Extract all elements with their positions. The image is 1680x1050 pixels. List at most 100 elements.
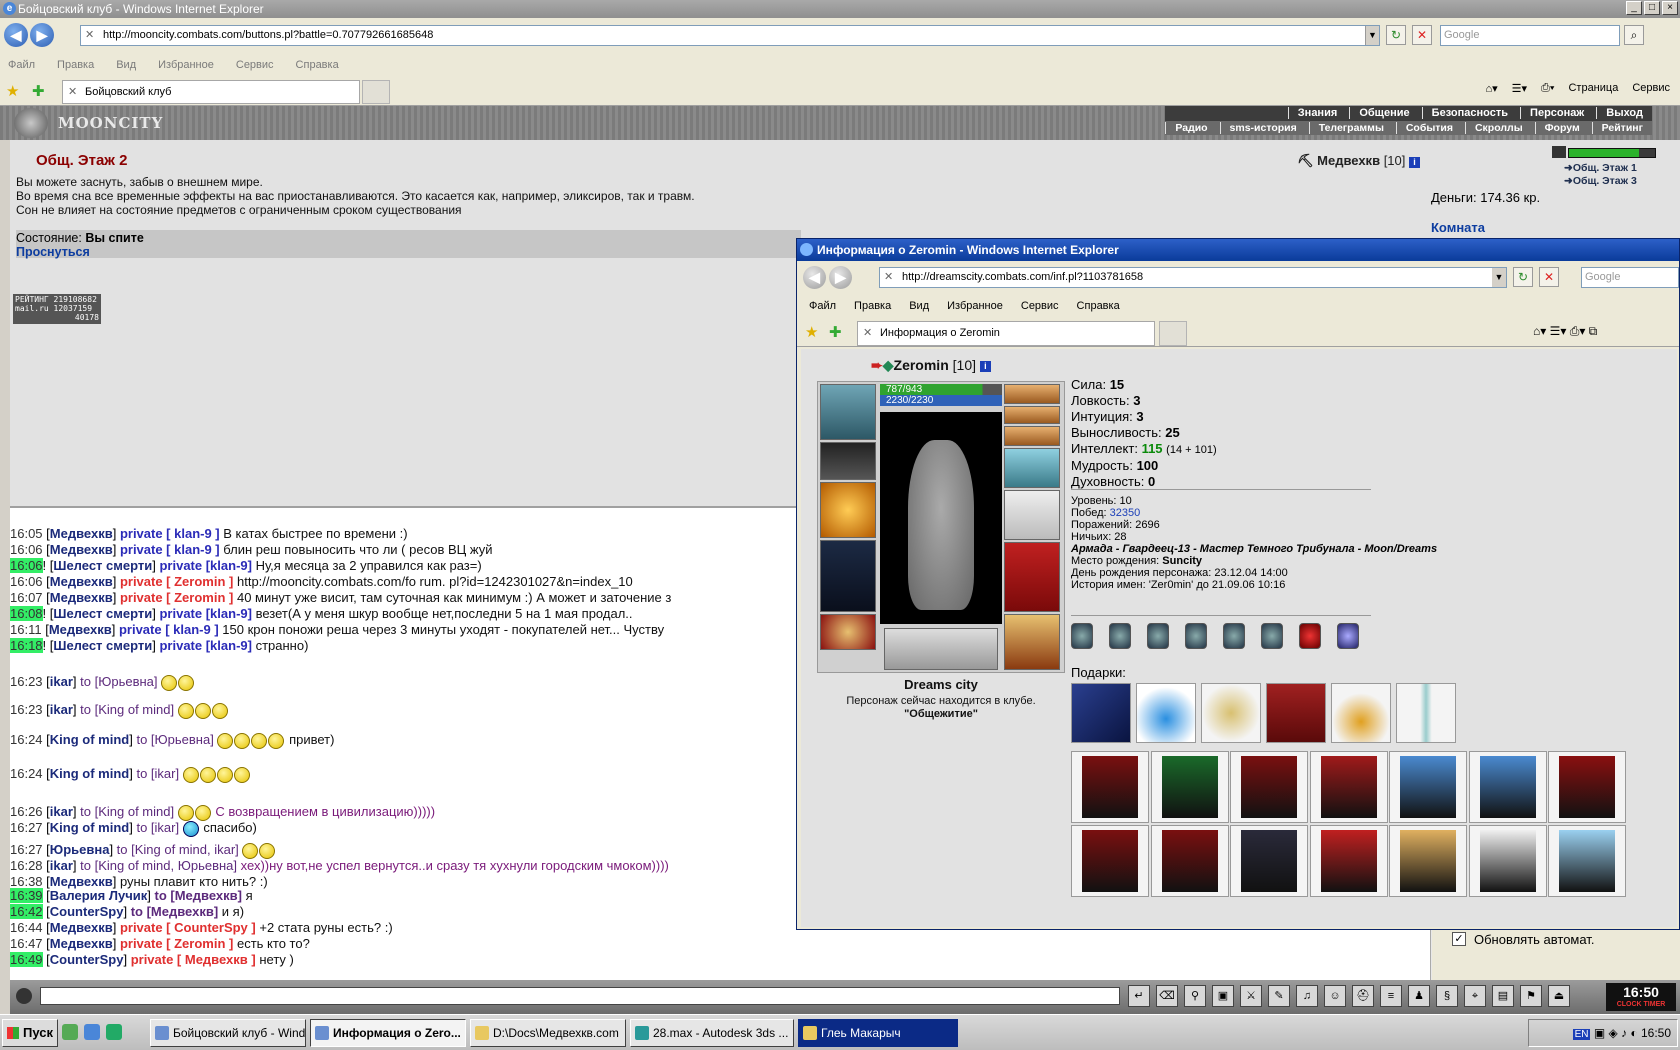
chat-private-target[interactable]: private [klan-9] [159, 558, 251, 573]
chevron-down-icon[interactable]: ▼ [1492, 268, 1506, 287]
chat-nick[interactable]: Валерия Лучик [50, 888, 147, 903]
chat-private-target[interactable]: private [ klan-9 ] [120, 526, 220, 541]
chat-nick[interactable]: Шелест смерти [53, 638, 152, 653]
chat-recipient[interactable]: to [King of mind] [80, 702, 174, 717]
nav-radio[interactable]: Радио [1165, 122, 1217, 134]
chat-private-target[interactable]: private [klan-9] [159, 606, 251, 621]
popup-search-input[interactable]: Google [1581, 267, 1679, 288]
gift-card[interactable] [1071, 751, 1149, 823]
chat-nick[interactable]: Медвехкв [50, 574, 113, 589]
weapon-slot[interactable] [820, 482, 876, 538]
gift-card[interactable] [1309, 825, 1388, 897]
menu-favorites[interactable]: Избранное [158, 54, 214, 76]
auto-refresh-checkbox[interactable]: ✓ [1452, 932, 1466, 946]
rating-counter[interactable]: РЕЙТИНГ 219108682 mail.ru 12037159 40178 [13, 294, 101, 324]
inventory-icon[interactable]: ▤ [1492, 985, 1514, 1007]
quicklaunch-icon[interactable] [62, 1024, 78, 1040]
chat-settings-icon[interactable] [16, 988, 32, 1004]
chevron-down-icon[interactable]: ▼ [1365, 26, 1379, 45]
chat-private-target[interactable]: to [Медвехкв] [154, 888, 241, 903]
add-favorite-icon[interactable]: ✚ [829, 323, 842, 341]
chat-nick[interactable]: ikar [50, 674, 73, 689]
link-floor-3[interactable]: ➜Общ. Этаж 3 [1564, 175, 1637, 188]
armor-slot[interactable] [820, 540, 876, 612]
chat-nick[interactable]: Медвехкв [50, 542, 113, 557]
chat-nick[interactable]: King of mind [50, 732, 129, 747]
language-indicator[interactable]: EN [1572, 1029, 1591, 1040]
gift-card[interactable] [1150, 751, 1229, 823]
boots-slot[interactable] [1004, 614, 1060, 670]
gift-horn[interactable] [1201, 683, 1261, 743]
chat-recipient[interactable]: to [ikar] [136, 820, 179, 835]
refresh-icon[interactable]: ↻ [1386, 25, 1406, 45]
menu-view[interactable]: Вид [909, 295, 929, 317]
chat-nick[interactable]: CounterSpy [50, 904, 124, 919]
forward-icon[interactable]: ▶ [829, 266, 852, 289]
minimize-button[interactable]: _ [1626, 1, 1642, 15]
menu-tools[interactable]: Сервис [236, 54, 274, 76]
tab-character-info[interactable]: ✕ Информация о Zeromin [857, 321, 1155, 346]
home-icon[interactable]: ⌂▾ ☰▾ ⎙▾ ⧉ [1533, 324, 1597, 339]
scroll-icon[interactable]: § [1436, 985, 1458, 1007]
back-icon[interactable]: ◀ [803, 266, 826, 289]
gift-card[interactable] [1468, 825, 1547, 897]
chat-nick[interactable]: Медвехкв [50, 936, 113, 951]
menu-tools[interactable]: Сервис [1021, 295, 1059, 317]
chat-mode-icon[interactable]: ≡ [1380, 985, 1402, 1007]
chat-input[interactable] [40, 987, 1120, 1005]
chat-nick[interactable]: ikar [50, 858, 73, 873]
search-input[interactable]: Google [1440, 25, 1620, 46]
nav-knowledge[interactable]: Знания [1287, 107, 1347, 119]
new-tab-button[interactable] [362, 80, 390, 104]
medal-icon[interactable] [1071, 623, 1093, 649]
page-menu[interactable]: Страница [1568, 82, 1618, 95]
task-character-info[interactable]: Информация о Zero... [310, 1019, 466, 1047]
favorites-star-icon[interactable]: ★ [6, 82, 19, 100]
helmet-icon[interactable]: ⛑ [1352, 985, 1374, 1007]
chat-private-target[interactable]: private [ Медвехкв ] [131, 952, 256, 967]
gift-card[interactable] [1230, 751, 1308, 823]
ie-icon[interactable] [84, 1024, 100, 1040]
smiley-icon[interactable]: ☺ [1324, 985, 1346, 1007]
chat-nick[interactable]: Медвехкв [49, 622, 112, 637]
bracer-slot[interactable] [820, 442, 876, 480]
task-fight-club[interactable]: Бойцовский клуб - Wind... [150, 1019, 306, 1047]
chat-nick[interactable]: Шелест смерти [53, 558, 152, 573]
nav-events[interactable]: События [1395, 122, 1463, 134]
address-field[interactable]: ✕ http://mooncity.combats.com/buttons.pl… [80, 25, 1380, 46]
add-favorite-icon[interactable]: ✚ [32, 82, 45, 100]
nav-sms-history[interactable]: sms-история [1219, 122, 1306, 134]
link-floor-1[interactable]: ➜Общ. Этаж 1 [1564, 162, 1637, 175]
tray-clock[interactable]: 16:50 [1641, 1026, 1671, 1040]
medal-icon[interactable] [1147, 623, 1169, 649]
chat-private-target[interactable]: private [ CounterSpy ] [120, 920, 256, 935]
filter-icon[interactable]: ⚲ [1184, 985, 1206, 1007]
gift-sword[interactable] [1396, 683, 1456, 743]
amulet-slot[interactable] [1004, 406, 1060, 424]
rune-slot[interactable] [884, 628, 998, 670]
task-folder-2[interactable]: Глеь Макарыч [798, 1019, 958, 1047]
chat-recipient[interactable]: to [Юрьевна] [136, 732, 213, 747]
print-icon[interactable]: ⎙▾ [1541, 82, 1554, 95]
stop-icon[interactable]: ✕ [1539, 267, 1559, 287]
tools-menu[interactable]: Сервис [1632, 82, 1670, 95]
shield-slot[interactable] [1004, 490, 1060, 540]
task-folder[interactable]: D:\Docs\Медвехкв.com [470, 1019, 626, 1047]
chat-nick[interactable]: King of mind [50, 766, 129, 781]
medal-icon[interactable] [1185, 623, 1207, 649]
gift-card[interactable] [1389, 751, 1467, 823]
task-3dsmax[interactable]: 28.max - Autodesk 3ds ... [630, 1019, 794, 1047]
chat-nick[interactable]: ikar [50, 804, 73, 819]
chat-private-target[interactable]: to [Медвехкв] [131, 904, 218, 919]
fight-icon[interactable]: ⚔ [1240, 985, 1262, 1007]
chat-nick[interactable]: Юрьевна [50, 842, 110, 857]
gloves-slot[interactable] [1004, 448, 1060, 488]
stop-icon[interactable]: ✕ [1412, 25, 1432, 45]
nav-security[interactable]: Безопасность [1421, 107, 1517, 119]
medal-icon[interactable] [1299, 623, 1321, 649]
send-icon[interactable]: ↵ [1128, 985, 1150, 1007]
gift-card[interactable] [1389, 825, 1467, 897]
flag-icon[interactable]: ⚑ [1520, 985, 1542, 1007]
chat-private-target[interactable]: private [ klan-9 ] [119, 622, 219, 637]
nav-communication[interactable]: Общение [1349, 107, 1419, 119]
